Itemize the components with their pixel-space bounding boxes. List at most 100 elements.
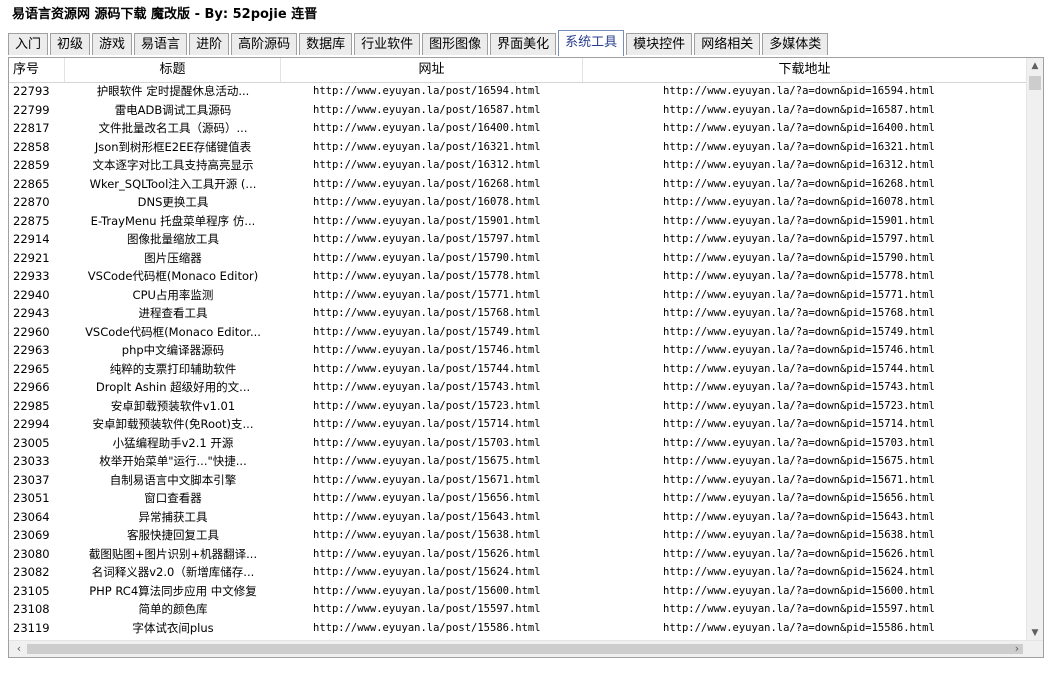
row-download-url: http://www.eyuyan.la/?a=down&pid=15714.h… — [663, 418, 935, 430]
tab-3[interactable]: 易语言 — [134, 33, 188, 55]
row-id: 22994 — [13, 417, 50, 431]
row-url: http://www.eyuyan.la/post/15901.html — [313, 214, 541, 227]
row-title: VSCode代码框(Monaco Editor... — [85, 324, 261, 339]
table-row[interactable]: 22965 纯粹的支票打印辅助软件 http://www.eyuyan.la/pos… — [9, 360, 1027, 379]
tab-1[interactable]: 初级 — [50, 33, 91, 55]
row-download-url: http://www.eyuyan.la/?a=down&pid=15624.h… — [663, 566, 935, 578]
column-header-title[interactable]: 标题 — [65, 58, 281, 82]
table-row[interactable]: 23082 名词释义器v2.0（新增库储存... http://www.eyuyan… — [9, 563, 1027, 582]
row-id: 22963 — [13, 343, 50, 357]
tab-0[interactable]: 入门 — [8, 33, 49, 55]
row-title: Json到树形框E2EE存储键值表 — [94, 139, 252, 154]
row-title: Wker_SQLTool注入工具开源 (... — [89, 176, 257, 191]
tab-13[interactable]: 多媒体类 — [762, 33, 829, 55]
table-row[interactable]: 22994 安卓卸载预装软件(免Root)支... http://www.eyuya… — [9, 415, 1027, 434]
row-id: 23033 — [13, 454, 50, 468]
row-download-url: http://www.eyuyan.la/?a=down&pid=15771.h… — [663, 288, 935, 301]
table-row[interactable]: 22865 Wker_SQLTool注入工具开源 (... http://www.e… — [9, 175, 1027, 194]
row-download-url: http://www.eyuyan.la/?a=down&pid=16587.h… — [663, 103, 935, 116]
row-id: 22985 — [13, 398, 50, 413]
tab-12[interactable]: 网络相关 — [694, 33, 761, 55]
horizontal-scroll-thumb[interactable] — [27, 644, 1023, 654]
table-row[interactable]: 22966 Droplt Ashin 超级好用的文... http://www.ey… — [9, 378, 1027, 397]
row-download-url: http://www.eyuyan.la/?a=down&pid=15638.h… — [663, 529, 935, 541]
row-title: 图像批量缩放工具 — [127, 232, 219, 246]
row-download-url: http://www.eyuyan.la/?a=down&pid=15703.h… — [663, 436, 935, 449]
row-title: 图片压缩器 — [144, 250, 202, 265]
scroll-left-icon[interactable]: ‹ — [11, 641, 27, 657]
row-url: http://www.eyuyan.la/post/15778.html — [313, 270, 541, 282]
tab-11[interactable]: 模块控件 — [626, 33, 693, 55]
table-row[interactable]: 22858 Json到树形框E2EE存储键值表 http://www.eyuyan.… — [9, 138, 1027, 157]
table-row[interactable]: 22963 php中文编译器源码 http://www.eyuyan.la/post… — [9, 341, 1027, 360]
row-id: 22966 — [13, 380, 50, 394]
tab-2[interactable]: 游戏 — [92, 33, 133, 55]
table-row[interactable]: 22933 VSCode代码框(Monaco Editor) http://www.… — [9, 267, 1027, 286]
table-row[interactable]: 22859 文本逐字对比工具支持高亮显示 http://www.eyuyan.la/… — [9, 156, 1027, 175]
tab-9[interactable]: 界面美化 — [490, 33, 557, 55]
row-download-url: http://www.eyuyan.la/?a=down&pid=15643.h… — [663, 510, 935, 523]
tab-4[interactable]: 进阶 — [189, 33, 230, 55]
row-id: 22965 — [13, 361, 50, 376]
table-row[interactable]: 22914 图像批量缩放工具 http://www.eyuyan.la/post/1… — [9, 230, 1027, 249]
row-title: Droplt Ashin 超级好用的文... — [95, 380, 251, 394]
table-row[interactable]: 23033 枚举开始菜单"运行..."快捷... http://www.eyuyan… — [9, 452, 1027, 471]
row-url: http://www.eyuyan.la/post/15723.html — [313, 399, 541, 412]
table-row[interactable]: 22875 E-TrayMenu 托盘菜单程序 仿... http://www.ey… — [9, 212, 1027, 231]
tab-6[interactable]: 数据库 — [299, 33, 353, 55]
table-row[interactable]: 22985 安卓卸载预装软件v1.01 http://www.eyuyan.la/p… — [9, 397, 1027, 416]
column-header-id[interactable]: 序号 — [9, 58, 65, 82]
row-url: http://www.eyuyan.la/post/15626.html — [313, 547, 541, 560]
table-row[interactable]: 23108 简单的颜色库 http://www.eyuyan.la/post/155… — [9, 600, 1027, 619]
row-url: http://www.eyuyan.la/post/16321.html — [313, 140, 541, 153]
row-title: 窗口查看器 — [144, 491, 202, 505]
row-url: http://www.eyuyan.la/post/15638.html — [313, 529, 541, 541]
row-id: 23119 — [13, 620, 50, 635]
row-id: 23069 — [13, 528, 50, 542]
vertical-scrollbar[interactable]: ▲ ▼ — [1026, 58, 1043, 642]
table-row[interactable]: 22960 VSCode代码框(Monaco Editor... http://ww… — [9, 323, 1027, 342]
table-row[interactable]: 23051 窗口查看器 http://www.eyuyan.la/post/1565… — [9, 489, 1027, 508]
table-row[interactable]: 23119 字体试衣间plus http://www.eyuyan.la/post/… — [9, 619, 1027, 638]
row-download-url: http://www.eyuyan.la/?a=down&pid=15778.h… — [663, 270, 935, 282]
table-row[interactable]: 23080 截图贴图+图片识别+机器翻译... http://www.eyuyan.… — [9, 545, 1027, 564]
horizontal-scrollbar[interactable]: ‹ › — [9, 640, 1043, 657]
row-download-url: http://www.eyuyan.la/?a=down&pid=16268.h… — [663, 177, 935, 190]
table-row[interactable]: 23005 小猛编程助手v2.1 开源 http://www.eyuyan.la/p… — [9, 434, 1027, 453]
scroll-right-icon[interactable]: › — [1009, 641, 1025, 657]
row-title: 异常捕获工具 — [138, 509, 208, 524]
row-download-url: http://www.eyuyan.la/?a=down&pid=15723.h… — [663, 399, 935, 412]
table-row[interactable]: 22799 雷电ADB调试工具源码 http://www.eyuyan.la/pos… — [9, 101, 1027, 120]
tab-7[interactable]: 行业软件 — [354, 33, 421, 55]
column-header-url[interactable]: 网址 — [281, 58, 583, 82]
row-download-url: http://www.eyuyan.la/?a=down&pid=15586.h… — [663, 621, 935, 634]
column-header-download[interactable]: 下载地址 — [583, 58, 1027, 82]
tab-10[interactable]: 系统工具 — [558, 30, 625, 56]
table-row[interactable]: 22940 CPU占用率监测 http://www.eyuyan.la/post/1… — [9, 286, 1027, 305]
tab-5[interactable]: 高阶源码 — [231, 33, 298, 55]
tab-8[interactable]: 图形图像 — [422, 33, 489, 55]
vertical-scroll-thumb[interactable] — [1029, 76, 1041, 90]
row-title: 安卓卸载预装软件(免Root)支... — [92, 417, 254, 431]
row-url: http://www.eyuyan.la/post/15743.html — [313, 381, 541, 393]
row-id: 22799 — [13, 102, 50, 117]
table-row[interactable]: 22870 DNS更换工具 http://www.eyuyan.la/post/16… — [9, 193, 1027, 212]
row-id: 23105 — [13, 583, 50, 598]
resource-list[interactable]: 序号 标题 网址 下载地址 22793 护眼软件 定时提醒休息活动... http:… — [8, 57, 1044, 658]
table-row[interactable]: 22817 文件批量改名工具（源码）... http://www.eyuyan.la… — [9, 119, 1027, 138]
row-download-url: http://www.eyuyan.la/?a=down&pid=16400.h… — [663, 122, 935, 134]
row-url: http://www.eyuyan.la/post/15797.html — [313, 233, 541, 245]
row-id: 22943 — [13, 306, 50, 320]
table-row[interactable]: 23037 自制易语言中文脚本引擎 http://www.eyuyan.la/pos… — [9, 471, 1027, 490]
row-download-url: http://www.eyuyan.la/?a=down&pid=15790.h… — [663, 251, 935, 264]
table-row[interactable]: 22943 进程查看工具 http://www.eyuyan.la/post/157… — [9, 304, 1027, 323]
table-row[interactable]: 23064 异常捕获工具 http://www.eyuyan.la/post/156… — [9, 508, 1027, 527]
row-title: VSCode代码框(Monaco Editor) — [87, 269, 259, 283]
table-row[interactable]: 23069 客服快捷回复工具 http://www.eyuyan.la/post/1… — [9, 526, 1027, 545]
table-row[interactable]: 22921 图片压缩器 http://www.eyuyan.la/post/1579… — [9, 249, 1027, 268]
table-row[interactable]: 23105 PHP RC4算法同步应用 中文修复 http://www.eyuyan… — [9, 582, 1027, 601]
table-row[interactable]: 22793 护眼软件 定时提醒休息活动... http://www.eyuyan.l… — [9, 82, 1027, 101]
row-id: 23082 — [13, 565, 50, 579]
row-download-url: http://www.eyuyan.la/?a=down&pid=16078.h… — [663, 196, 935, 208]
scroll-up-icon[interactable]: ▲ — [1027, 58, 1043, 75]
